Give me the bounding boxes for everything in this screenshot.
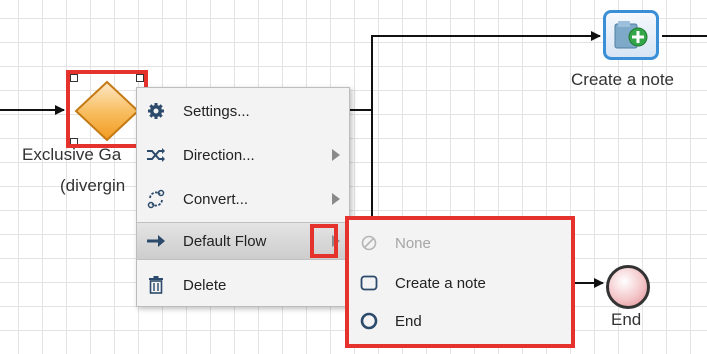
submenu-chevron-right-icon — [323, 193, 349, 205]
menu-item-label: Default Flow — [183, 232, 267, 250]
create-note-task-label: Create a note — [571, 70, 675, 89]
submenu-chevron-right-icon — [323, 149, 349, 161]
menu-item-label: Delete — [183, 276, 227, 294]
default-flow-arrow-highlight — [310, 224, 338, 258]
end-event-circle-icon[interactable] — [606, 265, 650, 309]
flow-to-create-note[interactable] — [350, 31, 601, 111]
create-note-task[interactable] — [603, 10, 659, 60]
menu-item-label: Direction... — [183, 146, 255, 164]
gear-icon — [137, 102, 175, 120]
arrow-right-icon — [137, 234, 175, 248]
convert-icon — [137, 189, 175, 209]
submenu-highlight-box — [345, 216, 575, 348]
trash-icon — [137, 276, 175, 294]
menu-item-settings[interactable]: Settings... — [137, 92, 349, 130]
menu-item-label: Convert... — [183, 190, 249, 208]
menu-item-convert[interactable]: Convert... — [137, 180, 349, 218]
folder-plus-icon — [614, 21, 648, 49]
end-event-label: End — [611, 310, 642, 329]
shuffle-icon — [137, 147, 175, 163]
context-menu: Settings... Direction... Convert... Defa… — [136, 87, 350, 307]
gateway-label-line2: (divergin — [60, 176, 126, 195]
menu-item-direction[interactable]: Direction... — [137, 136, 349, 174]
menu-item-label: Settings... — [183, 102, 250, 120]
gateway-label-line1: Exclusive Ga — [22, 145, 122, 164]
menu-item-delete[interactable]: Delete — [137, 266, 349, 304]
